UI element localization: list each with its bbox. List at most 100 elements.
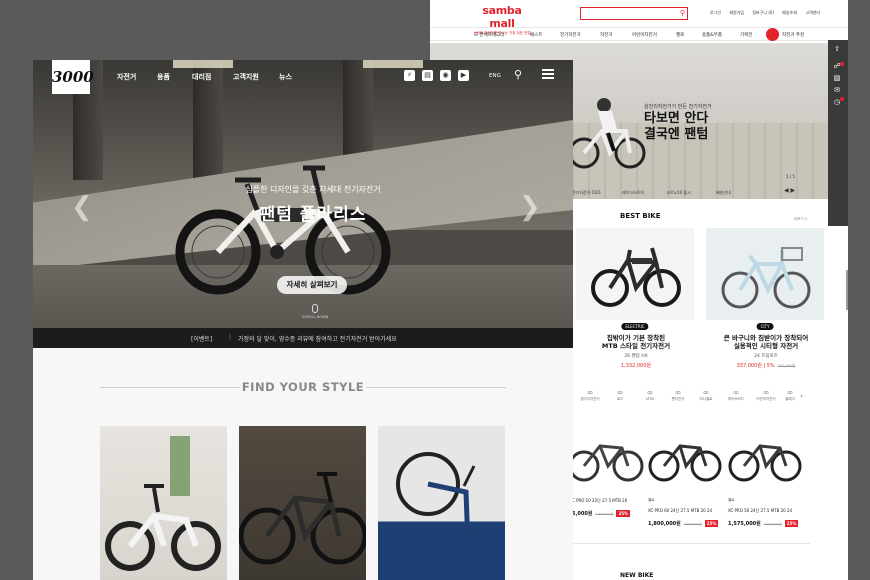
nav-hello[interactable]: 헬로 <box>676 32 684 38</box>
product-item[interactable]: C PRO 10 22단 27.5 MTB 20 5,000원 1,860,000… <box>568 420 647 517</box>
chevron-right-icon[interactable]: › <box>800 392 803 400</box>
bike-icon: ∞ <box>786 388 794 397</box>
cat-mtb[interactable]: ∞ MTB <box>638 388 662 401</box>
card-price: 1,332,000원 <box>620 363 652 369</box>
event-text[interactable]: 가정의 달 맞이, 영수증 리뷰에 참여하고 전기자전거 받아가세요 <box>238 334 397 343</box>
product-price-value: 1,800,000원 <box>648 521 681 527</box>
blog-icon[interactable]: ▤ <box>422 70 433 81</box>
cat-classic[interactable]: ∞ 클래식 <box>778 388 802 402</box>
nav-all-label: 전체카테고리 <box>479 33 505 38</box>
samba-search-input[interactable]: ⚲ <box>580 7 688 20</box>
card-title-line2: MTB 스타일 전기자전거 <box>601 342 671 350</box>
hero-small-text: 삼천리자전거가 만든 전기자전거 <box>644 104 712 110</box>
mail-icon[interactable]: ✉ <box>833 86 841 94</box>
hero-arrows[interactable]: ◀ ▶ <box>784 187 795 194</box>
card-price-original: 355,000원 <box>777 364 796 368</box>
nav-all-categories[interactable]: ☰ 전체카테고리 <box>474 32 504 38</box>
nav-best[interactable]: 베스트 <box>530 32 542 38</box>
style-photo-mtb[interactable] <box>239 426 366 580</box>
best-bike-title: BEST BIKE <box>620 212 661 220</box>
product-item[interactable]: 첼로 XC PRO 50 24단 27.5 MTB 20 24 1,575,00… <box>728 420 803 527</box>
style-photo-road[interactable] <box>378 426 505 580</box>
scrollbar-thumb[interactable] <box>846 270 848 310</box>
youtube-icon[interactable]: ▶ <box>458 70 469 81</box>
hero-tabs: 전기자전거 O2O 레이크스토어 고르노50 출시 배송안내 <box>570 187 810 199</box>
search-icon[interactable]: ⚲ <box>680 9 685 17</box>
product-price-original: 1,860,000원 <box>595 512 614 516</box>
mtb-image <box>568 444 644 482</box>
history-count-dot <box>840 97 844 101</box>
hero-big-line1: 타보면 안다 <box>644 111 709 126</box>
lightning-icon[interactable]: ⚡ <box>404 70 415 81</box>
cat-label: 하이브리드 <box>727 397 745 401</box>
hero-tab[interactable]: 레이크스토어 <box>622 190 644 196</box>
style-photo-folding[interactable] <box>100 426 227 580</box>
hero-banner: ❮ ❯ 심플한 디자인을 갖춘 차세대 전기자전거 팬텀 폴라리스 자세히 살펴… <box>33 60 573 328</box>
hero-tab[interactable]: 고르노50 출시 <box>666 190 691 196</box>
instagram-icon[interactable]: ◉ <box>440 70 451 81</box>
hero-tab[interactable]: 배송안내 <box>716 190 731 196</box>
cat-label: 클래식 <box>785 397 795 401</box>
nav-recommend[interactable]: 자전거 추천 <box>782 32 804 38</box>
cat-label: 어린이자전거 <box>756 397 776 401</box>
nav-support[interactable]: 고객지원 <box>233 72 259 82</box>
category-icons: ∞ 접이식자전거 ∞ 로드 ∞ MTB ∞ 펫자전거 ∞ 미니벨로 ∞ 하이브리드 ∞ 어린이… <box>578 388 808 408</box>
signup-link[interactable]: 회원가입 <box>729 10 744 15</box>
nav-kids[interactable]: 어린이자전거 <box>632 32 657 38</box>
cat-label: 로드 <box>616 397 624 401</box>
mtb-image <box>648 444 722 482</box>
site-logo[interactable]: 3000 <box>52 60 94 94</box>
language-toggle[interactable]: ENG <box>489 73 501 79</box>
tag-electric: ELECTRIC <box>621 323 649 330</box>
nav-exhibition[interactable]: 기획전 <box>740 32 752 38</box>
nav-news[interactable]: 뉴스 <box>279 72 292 82</box>
nav-dealer[interactable]: 대리점 <box>192 72 211 82</box>
best-card-electric[interactable]: ELECTRIC <box>576 228 694 330</box>
cat-label: 펫자전거 <box>671 397 685 401</box>
event-bar[interactable]: [이벤트] | 가정의 달 맞이, 영수증 리뷰에 참여하고 전기자전거 받아가… <box>33 328 573 348</box>
best-more-link[interactable]: 더보기 > <box>794 217 808 222</box>
product-item[interactable]: 첼로 XC PRO 60 24단 27.5 MTB 20 24 1,800,00… <box>648 420 723 527</box>
rider-photo <box>568 98 646 169</box>
cat-minivelo[interactable]: ∞ 미니벨로 <box>694 388 718 402</box>
view-detail-button[interactable]: 자세히 살펴보기 <box>277 276 347 294</box>
nav-ebike[interactable]: 전기자전거 <box>560 32 581 38</box>
scroll-down-hint: SCROLL DOWN <box>295 304 335 319</box>
hero-tab[interactable]: 전기자전거 O2O <box>572 190 601 196</box>
bike-icon: ∞ <box>674 388 682 397</box>
best-card-city[interactable]: CITY <box>706 228 824 330</box>
recommend-badge-icon <box>766 28 779 41</box>
card-title-line2: 실용적인 시티형 자전거 <box>733 342 799 350</box>
cat-road[interactable]: ∞ 로드 <box>608 388 632 402</box>
login-link[interactable]: 로그인 <box>710 10 721 15</box>
hero-dots <box>295 320 319 328</box>
nav-gear[interactable]: 용품 <box>157 72 170 82</box>
product-image <box>568 420 647 492</box>
road-bike-photo <box>396 452 476 578</box>
bike-icon: ∞ <box>702 388 710 397</box>
cat-folding[interactable]: ∞ 접이식자전거 <box>578 388 602 402</box>
card-price-value: 337,000원 | 5% <box>736 363 775 369</box>
product-brand: 첼로 <box>648 498 655 502</box>
samba-quick-sidebar: ⇧ ☍ ▧ ✉ ◷ <box>828 40 848 226</box>
delivery-link[interactable]: 배송조회 <box>782 10 797 15</box>
support-link[interactable]: 고객센터 <box>805 10 820 15</box>
hamburger-menu-icon[interactable] <box>542 69 554 79</box>
search-icon[interactable]: ⚲ <box>514 68 522 81</box>
nav-gear[interactable]: 용품&부품 <box>702 32 722 38</box>
cat-hybrid[interactable]: ∞ 하이브리드 <box>724 388 748 402</box>
samba-nav: ☰ 전체카테고리 베스트 전기자전거 자전거 어린이자전거 헬로 용품&부품 기… <box>430 27 848 41</box>
bike-icon: ∞ <box>646 388 654 397</box>
hero-pagination: 1 / 5 <box>786 174 795 179</box>
cat-fat[interactable]: ∞ 펫자전거 <box>666 388 690 402</box>
product-image <box>728 420 803 492</box>
cart-link[interactable]: 장바구니 (0) <box>752 10 774 15</box>
product-price: 5,000원 1,860,000원 25% <box>572 510 647 517</box>
nav-bike[interactable]: 자전거 <box>600 32 612 38</box>
truck-icon[interactable]: ▧ <box>833 74 841 82</box>
mtb-photo <box>239 472 366 565</box>
arrow-up-icon[interactable]: ⇧ <box>833 45 841 53</box>
ebike-image <box>591 247 681 307</box>
nav-bicycle[interactable]: 자전거 <box>117 72 136 82</box>
cat-kids[interactable]: ∞ 어린이자전거 <box>754 388 778 402</box>
